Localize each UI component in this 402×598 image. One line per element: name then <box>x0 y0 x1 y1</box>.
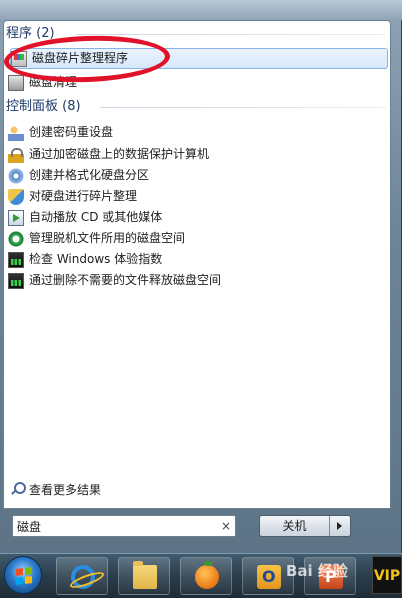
result-label: 通过删除不需要的文件释放磁盘空间 <box>29 273 222 287</box>
user-icon <box>8 124 24 141</box>
result-disk-defragmenter[interactable]: 磁盘碎片整理程序 <box>10 48 388 69</box>
windows-explorer-icon <box>133 561 157 589</box>
programs-group-header[interactable]: 程序 (2) <box>6 25 55 43</box>
powerpoint-icon <box>319 565 343 589</box>
clear-search-button[interactable]: × <box>217 517 235 535</box>
result-label: 磁盘清理 <box>29 75 78 89</box>
search-icon <box>10 482 26 496</box>
result-create-password-reset-disk[interactable]: 创建密码重设盘 <box>8 122 384 143</box>
admin-tools-icon <box>8 188 24 205</box>
programs-header-divider <box>76 34 386 35</box>
search-input[interactable] <box>13 516 217 536</box>
start-button[interactable] <box>4 556 42 594</box>
control-panel-group-header[interactable]: 控制面板 (8) <box>6 98 81 116</box>
result-label: 管理脱机文件所用的磁盘空间 <box>29 231 186 245</box>
control-panel-header-divider <box>100 107 386 108</box>
see-more-results-label: 查看更多结果 <box>29 482 102 497</box>
taskbar-vip-app[interactable]: VIP <box>372 556 402 594</box>
result-offline-files-space[interactable]: 管理脱机文件所用的磁盘空间 <box>8 228 384 249</box>
disk-defrag-icon <box>11 50 27 67</box>
outlook-icon <box>257 565 281 589</box>
result-disk-cleanup[interactable]: 磁盘清理 <box>8 72 384 93</box>
taskbar-outlook[interactable] <box>242 557 294 595</box>
shutdown-split-button: 关机 <box>259 515 351 537</box>
disk-cleanup-icon <box>8 74 24 91</box>
orange-app-icon <box>195 561 219 589</box>
start-menu: 程序 (2) 磁盘碎片整理程序 磁盘清理 控制面板 (8) 创建密码重设盘 通过… <box>0 0 402 553</box>
result-label: 创建密码重设盘 <box>29 125 114 139</box>
performance-icon <box>8 251 24 268</box>
result-label: 磁盘碎片整理程序 <box>32 51 129 65</box>
windows-logo-icon <box>16 567 32 585</box>
taskbar-internet-explorer[interactable] <box>56 557 108 595</box>
result-label: 对硬盘进行碎片整理 <box>29 189 138 203</box>
result-free-disk-space[interactable]: 通过删除不需要的文件释放磁盘空间 <box>8 270 384 291</box>
result-label: 通过加密磁盘上的数据保护计算机 <box>29 147 210 161</box>
result-create-format-partitions[interactable]: 创建并格式化硬盘分区 <box>8 165 384 186</box>
taskbar-windows-explorer[interactable] <box>118 557 170 595</box>
result-defragment-hard-drive[interactable]: 对硬盘进行碎片整理 <box>8 186 384 207</box>
shutdown-options-arrow-icon[interactable] <box>330 516 350 536</box>
result-label: 自动播放 CD 或其他媒体 <box>29 210 163 224</box>
taskbar-orange-app[interactable] <box>180 557 232 595</box>
disk-management-icon <box>8 167 24 184</box>
result-windows-experience-index[interactable]: 检查 Windows 体验指数 <box>8 249 384 270</box>
sync-center-icon <box>8 230 24 247</box>
result-label: 检查 Windows 体验指数 <box>29 252 163 266</box>
internet-explorer-icon <box>71 565 95 589</box>
see-more-results-link[interactable]: 查看更多结果 <box>10 479 101 499</box>
result-autoplay[interactable]: 自动播放 CD 或其他媒体 <box>8 207 384 228</box>
shutdown-button[interactable]: 关机 <box>260 516 330 536</box>
start-menu-frame-top <box>0 0 402 20</box>
bitlocker-icon <box>8 146 24 163</box>
autoplay-icon <box>8 209 24 226</box>
taskbar-powerpoint[interactable] <box>304 557 356 595</box>
result-label: 创建并格式化硬盘分区 <box>29 168 150 182</box>
performance-icon <box>8 272 24 289</box>
result-bitlocker[interactable]: 通过加密磁盘上的数据保护计算机 <box>8 144 384 165</box>
search-box: × <box>12 515 236 537</box>
